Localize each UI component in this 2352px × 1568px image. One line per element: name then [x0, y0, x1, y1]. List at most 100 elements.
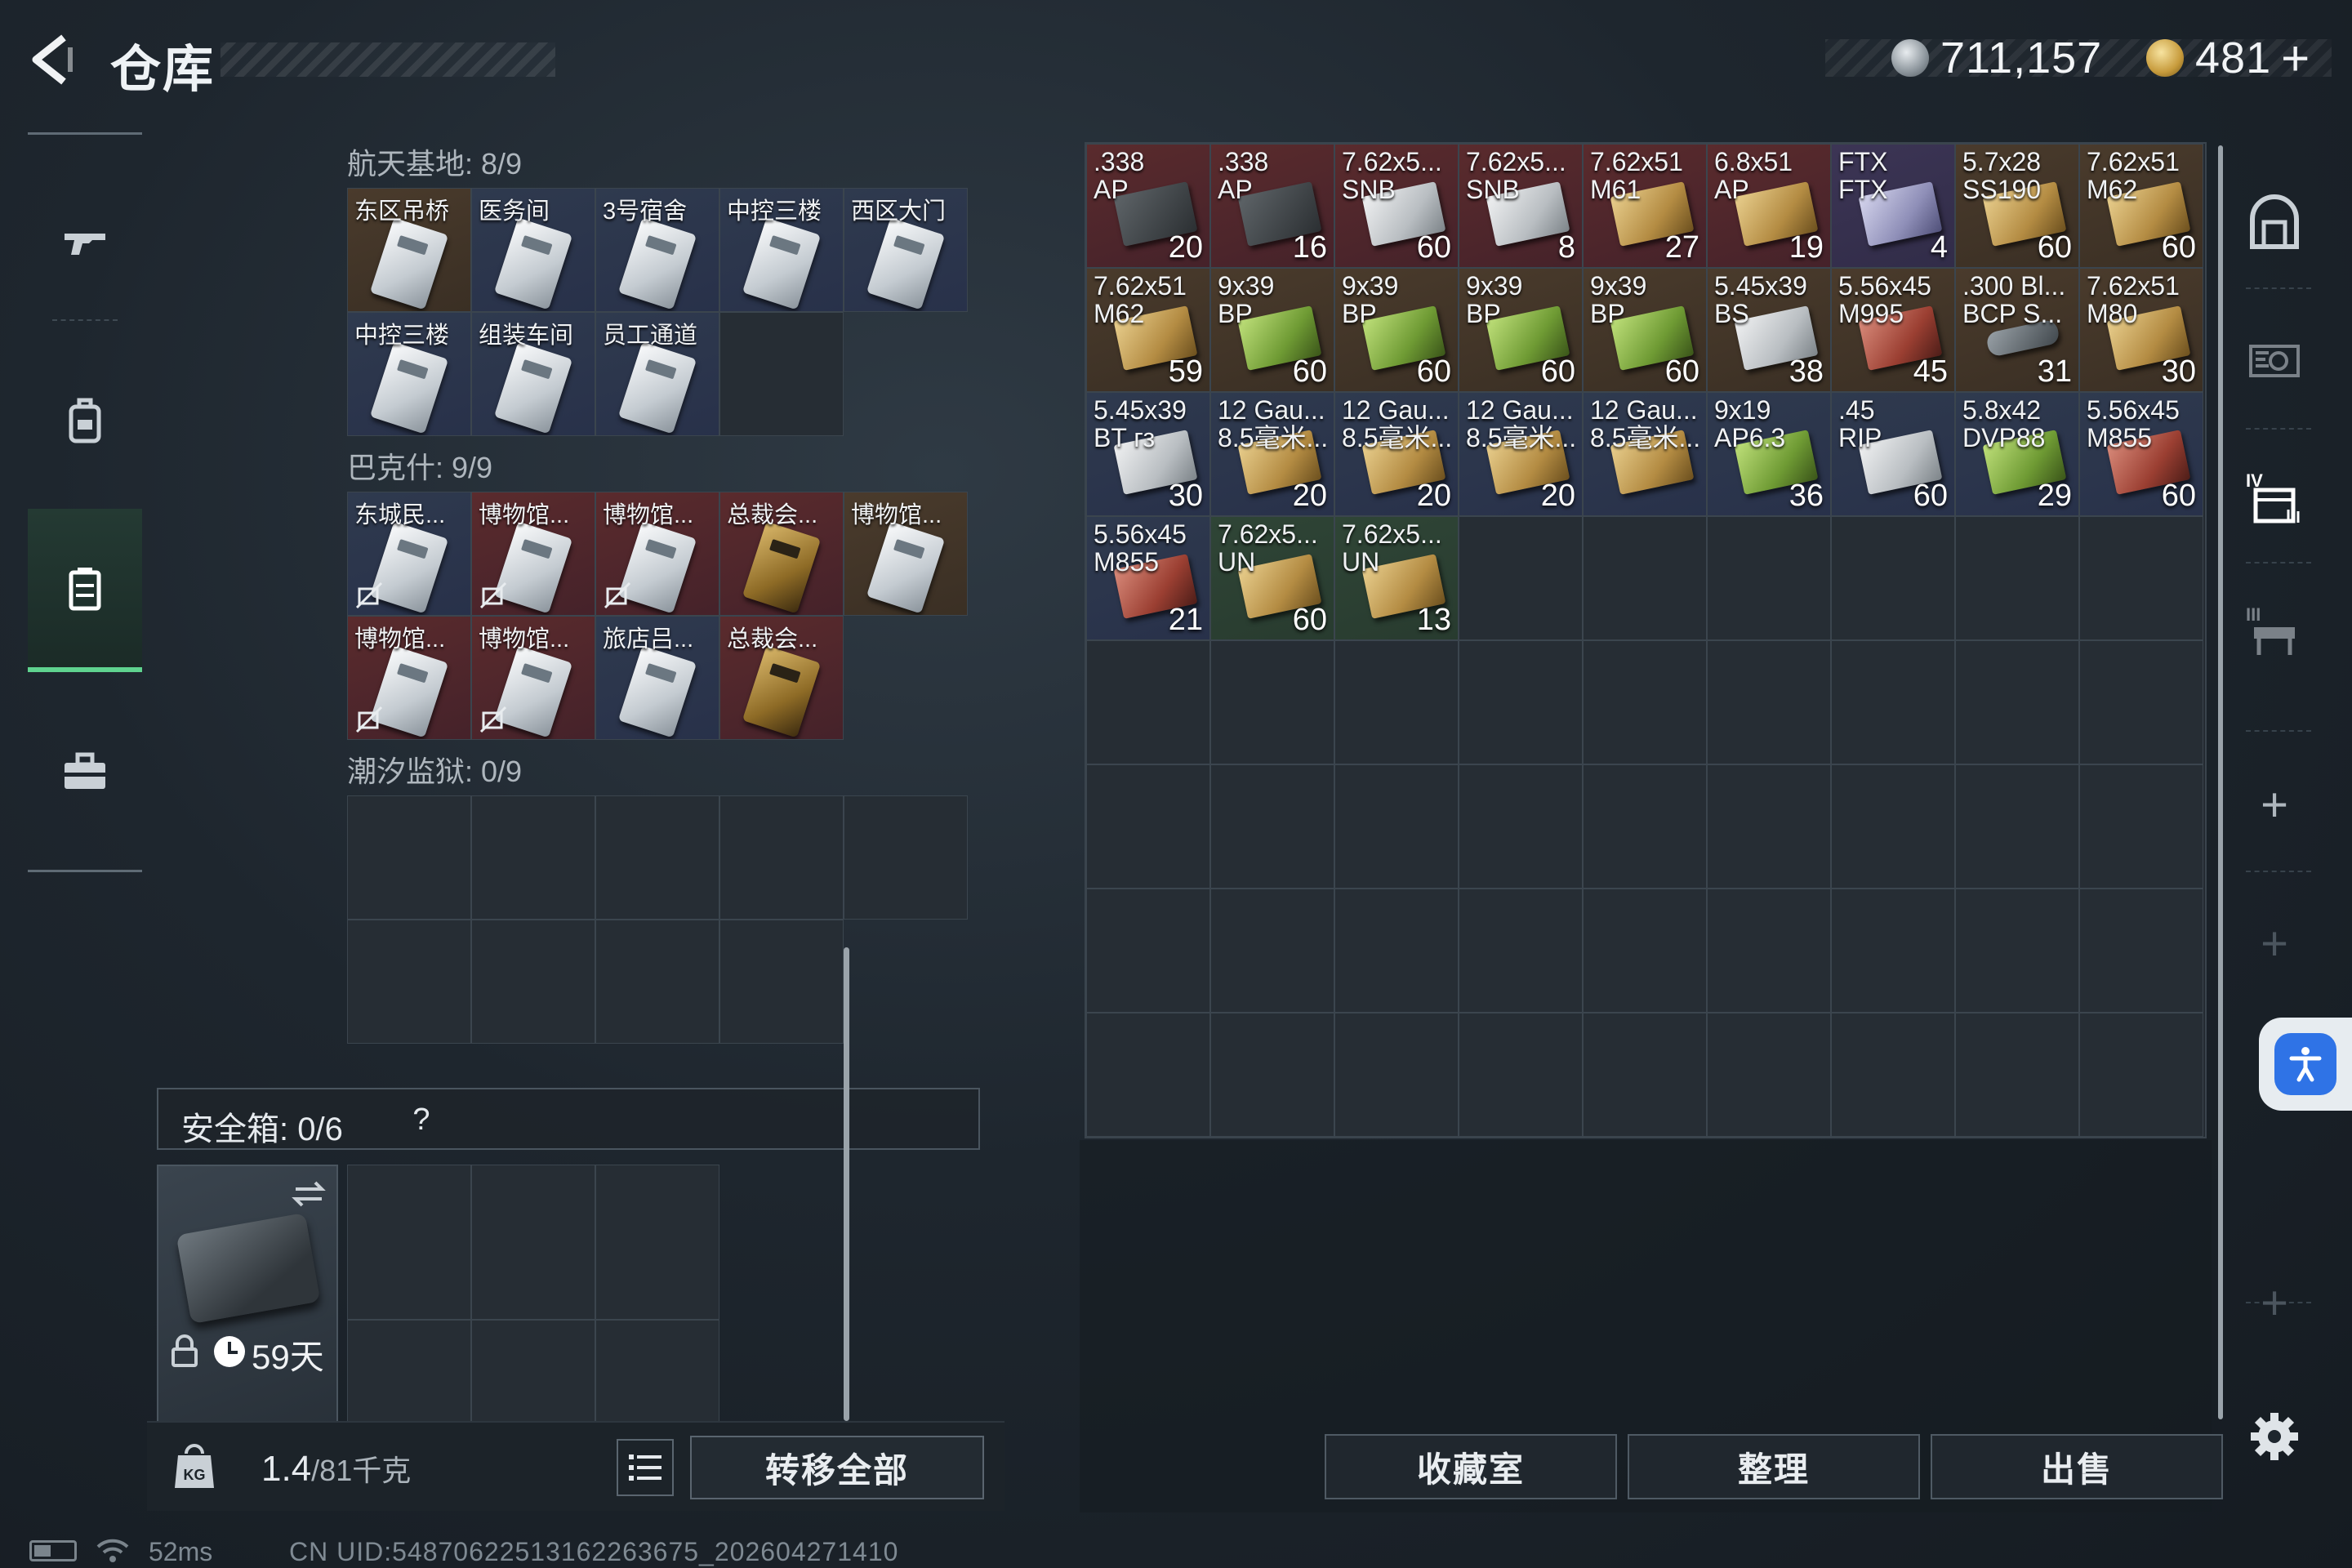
ammo-slot[interactable]: 12 Gau... 8.5毫米... 20	[1210, 392, 1334, 516]
keycard-slot[interactable]: 医务间	[471, 188, 595, 312]
empty-slot[interactable]	[2079, 889, 2203, 1013]
empty-slot[interactable]	[1583, 640, 1707, 764]
empty-slot[interactable]	[1334, 889, 1459, 1013]
empty-slot[interactable]	[1955, 516, 2079, 640]
nav-storage[interactable]	[28, 509, 142, 672]
stash-tab-3[interactable]: III	[2221, 572, 2328, 694]
swap-icon[interactable]	[289, 1174, 328, 1214]
empty-slot[interactable]	[1086, 1013, 1210, 1137]
nav-toolbox[interactable]	[28, 690, 142, 853]
empty-slot[interactable]	[719, 920, 844, 1044]
locked-stash-tab[interactable]: +	[2221, 1241, 2328, 1364]
empty-slot[interactable]	[1707, 1013, 1831, 1137]
ammo-slot[interactable]: 5.45x39 BS 38	[1707, 268, 1831, 392]
empty-slot[interactable]	[1831, 764, 1955, 889]
add-stash-tab-button[interactable]: +	[2221, 743, 2328, 866]
keycard-slot[interactable]: 博物馆...	[471, 616, 595, 740]
empty-slot[interactable]	[1831, 889, 1955, 1013]
sort-button[interactable]: 整理	[1628, 1434, 1920, 1499]
ammo-slot[interactable]: 5.45x39 BT гз 30	[1086, 392, 1210, 516]
left-scrollbar[interactable]	[844, 947, 849, 1421]
keycard-slot[interactable]: 博物馆...	[844, 492, 968, 616]
ammo-slot[interactable]: 6.8x51 AP 19	[1707, 144, 1831, 268]
empty-slot[interactable]	[1831, 516, 1955, 640]
empty-slot[interactable]	[1210, 1013, 1334, 1137]
empty-slot[interactable]	[1086, 889, 1210, 1013]
help-icon[interactable]: ?	[403, 1102, 439, 1138]
stash-tab-2[interactable]	[2221, 299, 2328, 421]
ammo-slot[interactable]: .300 Bl... BCP S... 31	[1955, 268, 2079, 392]
ammo-slot[interactable]: .338 AP 20	[1086, 144, 1210, 268]
empty-slot[interactable]	[1086, 764, 1210, 889]
nav-weapons[interactable]	[28, 159, 142, 323]
keycard-slot[interactable]: 中控三楼	[347, 312, 471, 436]
keycard-slot[interactable]: 博物馆...	[347, 616, 471, 740]
empty-slot[interactable]	[2079, 640, 2203, 764]
empty-slot[interactable]	[1459, 764, 1583, 889]
keycard-slot[interactable]: 总裁会...	[719, 616, 844, 740]
accessibility-button[interactable]	[2259, 1018, 2352, 1111]
empty-slot[interactable]	[1459, 889, 1583, 1013]
stash-tab-4[interactable]: IV	[2221, 438, 2328, 560]
back-button[interactable]	[24, 31, 82, 88]
keycard-slot[interactable]: 博物馆...	[595, 492, 719, 616]
safe-box-slot[interactable]	[595, 1165, 719, 1320]
empty-slot[interactable]	[1583, 1013, 1707, 1137]
ammo-slot[interactable]: 9x39 BP 60	[1583, 268, 1707, 392]
empty-slot[interactable]	[1210, 764, 1334, 889]
empty-slot[interactable]	[1707, 889, 1831, 1013]
empty-slot[interactable]	[1583, 516, 1707, 640]
ammo-slot[interactable]: 5.8x42 DVP88 29	[1955, 392, 2079, 516]
empty-slot[interactable]	[1955, 764, 2079, 889]
ammo-slot[interactable]: 9x39 BP 60	[1459, 268, 1583, 392]
empty-slot[interactable]	[1831, 1013, 1955, 1137]
empty-slot[interactable]	[1334, 640, 1459, 764]
ammo-slot[interactable]: .338 AP 16	[1210, 144, 1334, 268]
keycard-slot[interactable]: 员工通道	[595, 312, 719, 436]
keycard-slot[interactable]: 西区大门	[844, 188, 968, 312]
empty-slot[interactable]	[1955, 1013, 2079, 1137]
empty-slot[interactable]	[595, 920, 719, 1044]
locked-stash-tab[interactable]: +	[2221, 882, 2328, 1004]
empty-slot[interactable]	[1707, 516, 1831, 640]
ammo-slot[interactable]: 9x39 BP 60	[1210, 268, 1334, 392]
empty-slot[interactable]	[1086, 640, 1210, 764]
ammo-slot[interactable]: 5.56x45 M995 45	[1831, 268, 1955, 392]
empty-slot[interactable]	[1210, 889, 1334, 1013]
empty-slot[interactable]	[595, 795, 719, 920]
empty-slot[interactable]	[719, 312, 844, 436]
empty-slot[interactable]	[2079, 764, 2203, 889]
ammo-slot[interactable]: 7.62x5... UN 13	[1334, 516, 1459, 640]
keycard-slot[interactable]: 东城民...	[347, 492, 471, 616]
ammo-slot[interactable]: 7.62x5... SNB 8	[1459, 144, 1583, 268]
keycard-slot[interactable]: 3号宿舍	[595, 188, 719, 312]
empty-slot[interactable]	[1459, 1013, 1583, 1137]
ammo-slot[interactable]: 7.62x51 M80 30	[2079, 268, 2203, 392]
empty-slot[interactable]	[719, 795, 844, 920]
sell-button[interactable]: 出售	[1931, 1434, 2223, 1499]
safe-box-slot[interactable]	[471, 1165, 595, 1320]
ammo-slot[interactable]: 5.56x45 M855 21	[1086, 516, 1210, 640]
ammo-slot[interactable]: 7.62x51 M62 59	[1086, 268, 1210, 392]
empty-slot[interactable]	[844, 795, 968, 920]
empty-slot[interactable]	[1583, 764, 1707, 889]
transfer-all-button[interactable]: 转移全部	[690, 1436, 984, 1499]
ammo-slot[interactable]: 7.62x51 M61 27	[1583, 144, 1707, 268]
keycard-slot[interactable]: 博物馆...	[471, 492, 595, 616]
ammo-slot[interactable]: 12 Gau... 8.5毫米...	[1583, 392, 1707, 516]
empty-slot[interactable]	[1955, 889, 2079, 1013]
stash-tab-main[interactable]	[2221, 163, 2328, 286]
empty-slot[interactable]	[2079, 516, 2203, 640]
empty-slot[interactable]	[1707, 640, 1831, 764]
ammo-slot[interactable]: 9x19 AP6.3 36	[1707, 392, 1831, 516]
empty-slot[interactable]	[471, 795, 595, 920]
empty-slot[interactable]	[1210, 640, 1334, 764]
empty-slot[interactable]	[1583, 889, 1707, 1013]
empty-slot[interactable]	[347, 795, 471, 920]
collection-room-button[interactable]: 收藏室	[1325, 1434, 1617, 1499]
keycard-slot[interactable]: 中控三楼	[719, 188, 844, 312]
ammo-slot[interactable]: 12 Gau... 8.5毫米... 20	[1334, 392, 1459, 516]
settings-gear-icon[interactable]	[2247, 1410, 2301, 1463]
add-currency-button[interactable]: +	[2281, 30, 2310, 87]
empty-slot[interactable]	[2079, 1013, 2203, 1137]
